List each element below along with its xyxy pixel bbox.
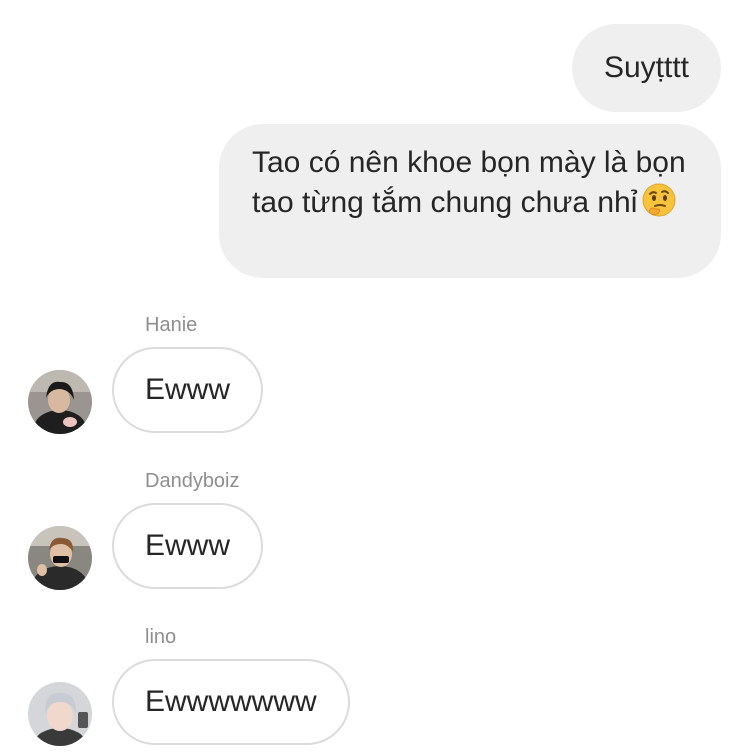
incoming-message-bubble[interactable]: Ewww (112, 503, 264, 589)
avatar-dandyboiz[interactable] (28, 526, 92, 590)
sender-name: Hanie (145, 314, 198, 336)
outgoing-message-bubble[interactable]: Suyṭttt (571, 24, 721, 112)
incoming-message-bubble[interactable]: Ewwwwwww (112, 659, 350, 745)
message-text: Suyṭttt (603, 51, 689, 84)
message-text: Tao có nên khoe bọn mày là bọn tao từng … (252, 146, 686, 219)
sender-name: Dandyboiz (145, 470, 240, 492)
avatar-lino[interactable] (28, 682, 92, 746)
sender-name: lino (145, 626, 177, 648)
avatar-hanie[interactable] (28, 370, 92, 434)
message-text: Ewwwwwww (145, 685, 317, 718)
outgoing-message-bubble[interactable]: Tao có nên khoe bọn mày là bọn tao từng … (219, 124, 721, 278)
incoming-message-bubble[interactable]: Ewww (112, 347, 264, 433)
thinking-face-emoji-icon (641, 182, 677, 218)
message-text: Ewww (145, 529, 231, 562)
message-text: Ewww (145, 373, 231, 406)
